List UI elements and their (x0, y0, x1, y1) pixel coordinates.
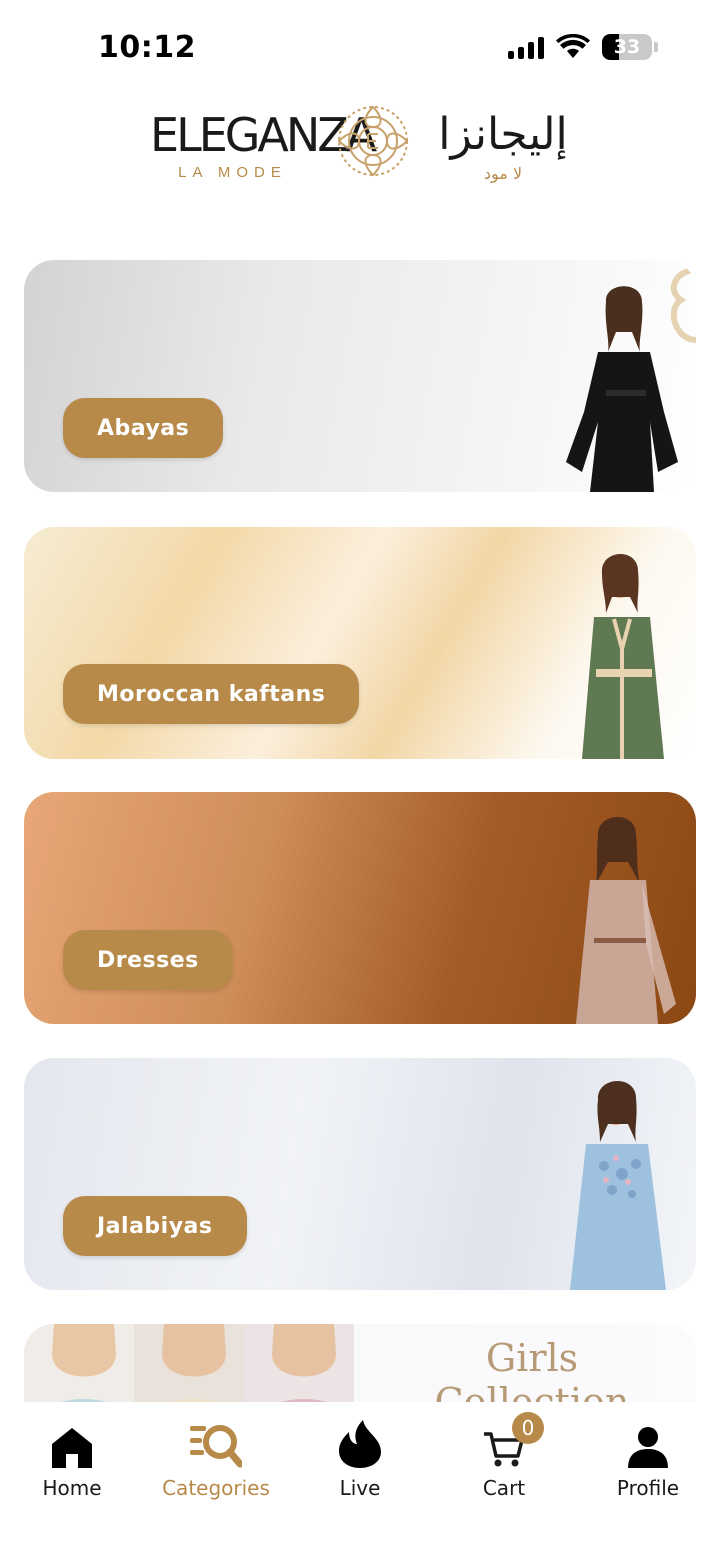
logo-arabic-sub: لا مود (483, 164, 523, 183)
model-dress-image (576, 816, 676, 1024)
logo-emblem-icon (337, 105, 409, 177)
nav-item-categories[interactable]: Categories (144, 1412, 288, 1500)
category-label-moroccan-kaftans[interactable]: Moroccan kaftans (63, 664, 360, 724)
category-card-moroccan-kaftans[interactable]: Moroccan kaftans (24, 527, 696, 759)
category-card-dresses[interactable]: Dresses (24, 792, 696, 1024)
home-icon (52, 1428, 92, 1468)
cellular-signal-icon (508, 35, 544, 59)
nav-item-cart[interactable]: 0 Cart (432, 1412, 576, 1500)
nav-label-cart: Cart (482, 1476, 526, 1500)
logo-latin-sub: LA MODE (178, 164, 287, 181)
category-label-abayas[interactable]: Abayas (63, 398, 224, 458)
nav-item-home[interactable]: Home (0, 1412, 144, 1500)
bottom-navigation: Home Categories Live 0 Cart Profile (0, 1402, 720, 1560)
logo-latin: ELEGANZA LA MODE (150, 108, 377, 181)
nav-item-profile[interactable]: Profile (576, 1412, 720, 1500)
girls-collection-title-line1: Girls (485, 1336, 579, 1380)
category-card-abayas[interactable]: Abayas (24, 260, 696, 492)
status-bar: 10:12 33 (0, 0, 720, 96)
model-kaftan-image (582, 553, 664, 759)
status-icons: 33 (508, 34, 658, 60)
category-label-dresses[interactable]: Dresses (63, 930, 233, 990)
nav-label-profile: Profile (616, 1476, 680, 1500)
category-card-jalabiyas[interactable]: Jalabiyas (24, 1058, 696, 1290)
nav-label-home: Home (42, 1476, 102, 1500)
cart-count-badge: 0 (512, 1412, 544, 1444)
flame-icon (339, 1420, 381, 1468)
logo-arabic: إليجانزا لا مود (438, 108, 568, 183)
brand-logo: ELEGANZA LA MODE إليجانزا لا مود (0, 100, 720, 200)
battery-percentage: 33 (613, 36, 641, 58)
model-jalabiya-image (570, 1080, 666, 1290)
battery-icon: 33 (602, 34, 652, 60)
categories-search-icon (190, 1425, 242, 1468)
ornament-decoration (670, 267, 696, 343)
logo-latin-main: ELEGANZA (150, 108, 377, 162)
profile-icon (628, 1427, 668, 1468)
wifi-icon (556, 34, 590, 58)
nav-item-live[interactable]: Live (288, 1412, 432, 1500)
battery-tip (654, 42, 658, 52)
logo-arabic-main: إليجانزا (438, 109, 568, 160)
category-label-jalabiyas[interactable]: Jalabiyas (63, 1196, 247, 1256)
nav-label-categories: Categories (162, 1476, 270, 1500)
nav-label-live: Live (339, 1476, 381, 1500)
status-time: 10:12 (98, 30, 196, 65)
